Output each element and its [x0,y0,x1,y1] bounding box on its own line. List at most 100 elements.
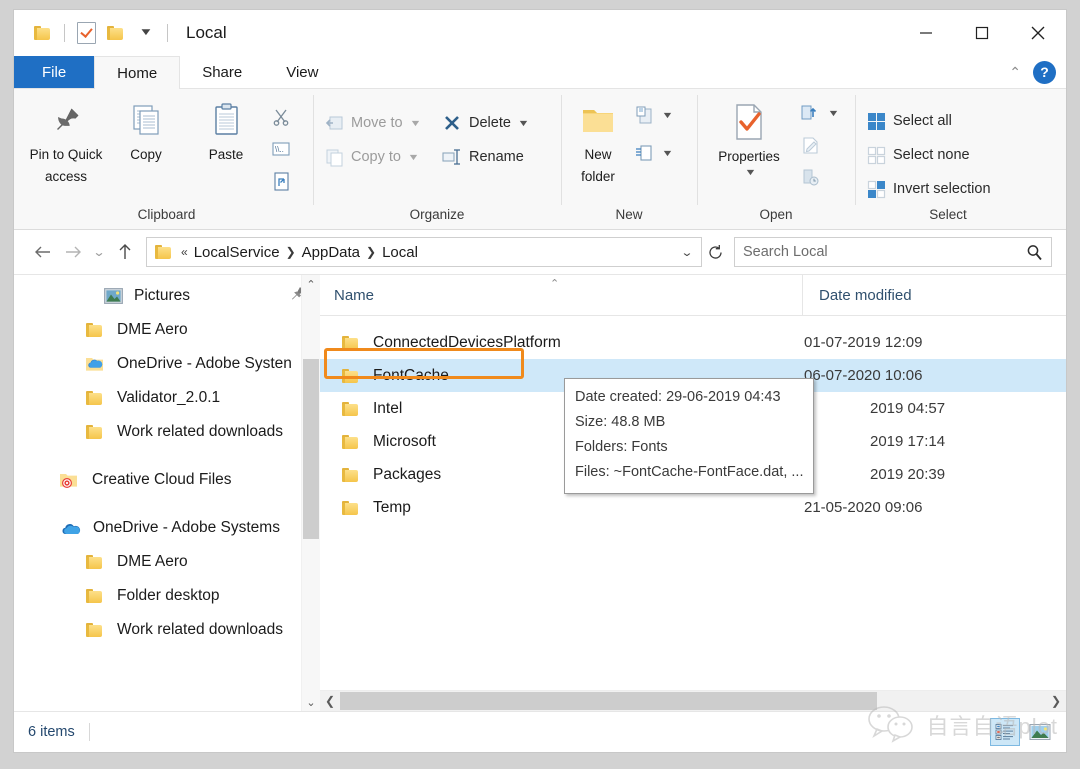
chevron-right-icon[interactable]: ❯ [365,245,377,259]
horizontal-scrollbar[interactable]: ❮ ❯ [320,690,1066,711]
nav-item-pictures[interactable]: Pictures [14,279,320,313]
view-mode-buttons [990,718,1054,746]
minimize-button[interactable] [898,10,954,56]
select-all-button[interactable]: Select all [861,107,995,135]
select-none-label: Select none [893,147,970,163]
tab-home[interactable]: Home [94,56,181,89]
maximize-button[interactable] [954,10,1010,56]
column-header-name[interactable]: Name ⌃ [320,275,802,315]
up-button[interactable] [110,237,140,267]
nav-item-onedrive-adobe-systems[interactable]: OneDrive - Adobe Systems [14,511,320,545]
navigation-scrollbar[interactable]: ⌃ ⌄ [301,275,320,711]
chevron-up-icon[interactable]: ⌃ [1009,64,1021,81]
breadcrumb-overflow[interactable]: « [180,245,189,259]
folder-icon [86,554,105,570]
pin-to-quick-access-label-line1: Pin to Quick [29,147,103,162]
details-view-button[interactable] [990,718,1020,746]
scroll-up-button[interactable]: ⌃ [302,275,320,293]
back-button[interactable] [28,237,58,267]
refresh-button[interactable] [702,238,728,266]
qat-customize-button[interactable]: ▼ [131,18,161,48]
scroll-down-button[interactable]: ⌄ [302,693,320,711]
paste-shortcut-icon [270,170,292,192]
nav-item-dme-aero-2[interactable]: DME Aero [14,545,320,579]
close-icon [1031,26,1045,40]
nav-item-onedrive-adobe-sub[interactable]: OneDrive - Adobe Systen [14,347,320,381]
rename-button[interactable]: Rename [437,143,555,171]
nav-item-work-related-downloads-1[interactable]: Work related downloads [14,415,320,449]
column-header-date-modified[interactable]: Date modified [802,275,1066,315]
file-date-cell: 06-07-2020 10:06 [804,367,923,384]
close-button[interactable] [1010,10,1066,56]
chevron-right-icon[interactable]: ❯ [285,245,297,259]
copy-button[interactable]: Copy [106,95,186,163]
breadcrumb-item-localservice[interactable]: LocalService [189,244,285,261]
file-name-cell: ConnectedDevicesPlatform [320,334,788,352]
scroll-right-button[interactable]: ❯ [1046,694,1066,708]
nav-item-work-related-downloads-2[interactable]: Work related downloads [14,613,320,647]
large-icons-view-button[interactable] [1026,719,1054,745]
pin-to-quick-access-button[interactable]: Pin to Quick access [26,95,106,185]
qat-properties-button[interactable] [71,18,101,48]
scroll-left-button[interactable]: ❮ [320,694,340,708]
open-button[interactable]: ▼ [795,99,842,127]
paste-shortcut-button[interactable] [266,167,296,195]
help-button[interactable]: ? [1033,60,1056,84]
arrow-up-icon [119,244,131,259]
cut-button[interactable] [266,103,296,131]
easy-access-icon [633,142,655,164]
copy-path-button[interactable]: \\.. [266,135,296,163]
copy-to-button[interactable]: Copy to ▼ [319,143,437,171]
file-date-cell: 2019 20:39 [870,466,946,483]
scrollbar-track[interactable] [340,691,1046,711]
history-button[interactable] [795,163,842,191]
chevron-down-icon: ▼ [407,152,420,162]
address-dropdown-button[interactable]: ⌄ [673,246,701,259]
nav-item-validator[interactable]: Validator_2.0.1 [14,381,320,415]
clipboard-small-buttons: \\.. [266,95,296,195]
file-rows: ConnectedDevicesPlatform 01-07-2019 12:0… [320,316,1066,690]
copy-icon [133,105,159,135]
breadcrumb-item-appdata[interactable]: AppData [297,244,365,261]
easy-access-button[interactable]: ▼ [629,139,676,167]
paste-button[interactable]: Paste [186,95,266,163]
file-name: FontCache [373,366,449,384]
new-item-button[interactable]: ▼ [629,101,676,129]
table-row[interactable]: ConnectedDevicesPlatform 01-07-2019 12:0… [320,326,1066,359]
address-bar[interactable]: « LocalService ❯ AppData ❯ Local ⌄ [146,237,702,267]
search-box[interactable]: Search Local [734,237,1052,267]
edit-button[interactable] [795,131,842,159]
move-to-button[interactable]: Move to ▼ [319,109,437,137]
qat-new-folder-button[interactable] [101,18,131,48]
invert-selection-button[interactable]: Invert selection [861,175,995,203]
tab-view[interactable]: View [264,56,340,88]
folder-icon [86,322,105,338]
tab-file[interactable]: File [14,56,95,88]
select-all-label: Select all [893,113,952,129]
scrollbar-thumb[interactable] [303,359,319,539]
search-input[interactable]: Search Local [743,244,1026,260]
forward-button[interactable] [58,237,88,267]
scrollbar-thumb[interactable] [340,692,877,710]
item-count-label: 6 items [28,724,75,740]
history-icon [799,166,821,188]
select-none-button[interactable]: Select none [861,141,995,169]
tab-share[interactable]: Share [180,56,264,88]
delete-button[interactable]: Delete ▼ [437,109,555,137]
tooltip-line-size: Size: 48.8 MB [575,414,666,430]
copy-to-label: Copy to [351,149,401,165]
invert-selection-icon [865,178,887,200]
nav-item-label: Folder desktop [117,587,220,604]
nav-item-folder-desktop[interactable]: Folder desktop [14,579,320,613]
svg-text:\\..: \\.. [275,145,284,154]
table-row[interactable]: Temp 21-05-2020 09:06 [320,491,1066,524]
breadcrumb-item-local[interactable]: Local [377,244,423,261]
pictures-icon [102,285,124,307]
nav-item-creative-cloud-files[interactable]: Creative Cloud Files [14,463,320,497]
qat-folder-button[interactable] [28,18,58,48]
divider [167,24,168,42]
properties-button[interactable]: Properties ▼ [703,95,795,177]
nav-item-dme-aero[interactable]: DME Aero [14,313,320,347]
recent-locations-button[interactable]: ⌄ [88,237,110,267]
new-folder-button[interactable]: New folder [567,95,629,185]
